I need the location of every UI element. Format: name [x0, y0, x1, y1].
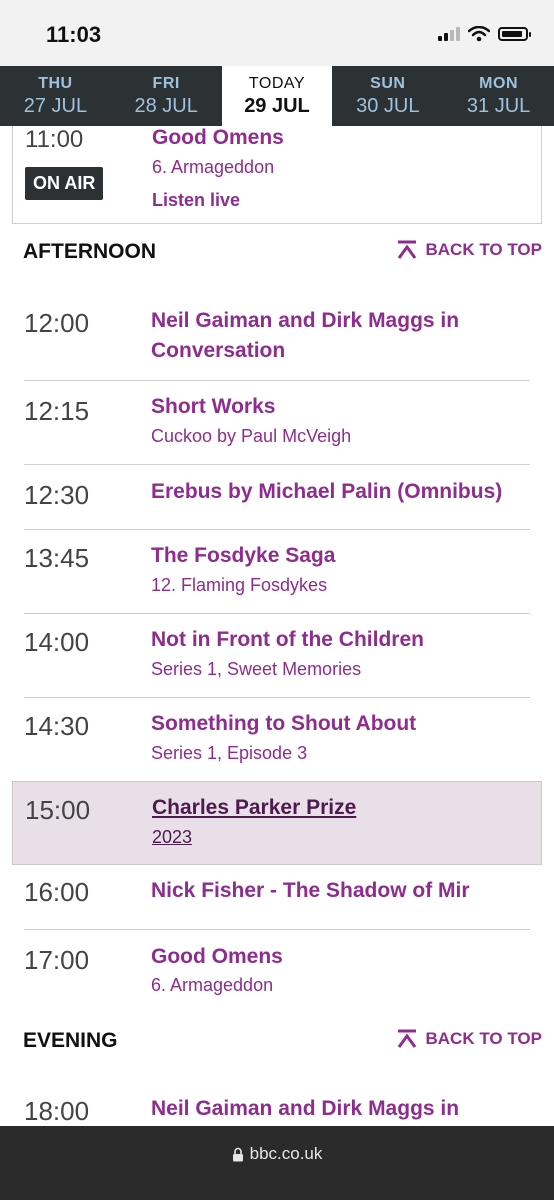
afternoon-section-header: AFTERNOON BACK TO TOP — [0, 232, 554, 272]
url-text: bbc.co.uk — [249, 1144, 323, 1163]
tab-mon[interactable]: MON 31 JUL — [443, 66, 554, 126]
arrow-up-to-top-icon — [397, 240, 416, 259]
tab-day-name: SUN — [370, 75, 406, 92]
status-icons — [438, 26, 531, 42]
battery-icon — [498, 27, 531, 41]
tab-day-name: MON — [479, 75, 518, 92]
cellular-signal-icon — [438, 27, 460, 41]
programme-subtitle: Cuckoo by Paul McVeigh — [151, 426, 352, 446]
programme-title-link[interactable]: Charles Parker Prize — [152, 793, 541, 823]
programme-title-link[interactable]: The Fosdyke Saga — [151, 541, 530, 571]
programme-title-link[interactable]: Something to Shout About — [151, 709, 530, 739]
tab-day-name: TODAY — [248, 75, 306, 92]
programme-row[interactable]: 12:00 Neil Gaiman and Dirk Maggs in Conv… — [12, 296, 530, 381]
programme-row-selected[interactable]: 15:00 Charles Parker Prize 2023 — [12, 781, 542, 865]
on-air-programme: 11:00 ON AIR Good Omens 6. Armageddon Li… — [12, 126, 542, 224]
programme-row[interactable]: 12:30 Erebus by Michael Palin (Omnibus) — [12, 465, 530, 530]
tab-fri[interactable]: FRI 28 JUL — [111, 66, 222, 126]
programme-time: 18:00 — [24, 1096, 90, 1126]
url-display[interactable]: bbc.co.uk — [0, 1144, 554, 1164]
programme-time: 12:30 — [24, 480, 90, 510]
programme-time: 16:00 — [24, 877, 90, 907]
programme-subtitle: Series 1, Episode 3 — [151, 743, 308, 763]
wifi-icon — [468, 26, 490, 42]
browser-url-bar[interactable]: bbc.co.uk — [0, 1126, 554, 1200]
evening-section-header: EVENING BACK TO TOP — [0, 1021, 554, 1061]
programme-row[interactable]: 14:00 Not in Front of the Children Serie… — [12, 614, 530, 698]
programme-subtitle[interactable]: 2023 — [152, 827, 192, 848]
tab-day-name: FRI — [152, 75, 180, 92]
programme-subtitle[interactable]: 6. Armageddon — [152, 157, 274, 178]
back-to-top-link[interactable]: BACK TO TOP — [396, 1029, 543, 1049]
programme-title-link[interactable]: Good Omens — [152, 126, 284, 150]
programme-time: 11:00 — [25, 126, 84, 153]
programme-title-link[interactable]: Neil Gaiman and Dirk Maggs in — [151, 1094, 530, 1124]
tab-day-date: 31 JUL — [466, 95, 531, 117]
section-title: EVENING — [23, 1029, 118, 1052]
programme-title-link[interactable]: Not in Front of the Children — [151, 625, 530, 655]
programme-title-link[interactable]: Nick Fisher - The Shadow of Mir — [151, 876, 530, 906]
tab-day-name: THU — [38, 75, 73, 92]
programme-time: 15:00 — [25, 795, 91, 825]
programme-time: 13:45 — [24, 543, 90, 573]
programme-time: 17:00 — [24, 945, 90, 975]
programme-row[interactable]: 13:45 The Fosdyke Saga 12. Flaming Fosdy… — [12, 530, 530, 614]
section-title: AFTERNOON — [23, 240, 156, 263]
tab-thu[interactable]: THU 27 JUL — [0, 66, 111, 126]
programme-subtitle: 12. Flaming Fosdykes — [151, 575, 328, 595]
programme-row[interactable]: 16:00 Nick Fisher - The Shadow of Mir — [12, 865, 530, 930]
tab-today[interactable]: TODAY 29 JUL — [221, 66, 333, 126]
arrow-up-to-top-icon — [397, 1029, 416, 1048]
programme-row[interactable]: 18:00 Neil Gaiman and Dirk Maggs in — [12, 1084, 530, 1128]
listen-live-link[interactable]: Listen live — [152, 190, 240, 211]
programme-time: 14:00 — [24, 627, 90, 657]
lock-icon — [232, 1147, 243, 1161]
programme-row[interactable]: 17:00 Good Omens 6. Armageddon — [12, 930, 530, 1015]
tab-day-date: 29 JUL — [244, 95, 310, 117]
tab-day-date: 27 JUL — [23, 95, 88, 117]
day-tabs: THU 27 JUL FRI 28 JUL TODAY 29 JUL SUN 3… — [0, 66, 554, 126]
back-to-top-label: BACK TO TOP — [425, 1029, 543, 1048]
programme-title-link[interactable]: Erebus by Michael Palin (Omnibus) — [151, 477, 530, 507]
programme-time: 12:15 — [24, 396, 90, 426]
programme-title-link[interactable]: Neil Gaiman and Dirk Maggs in Conversati… — [151, 306, 530, 366]
on-air-badge: ON AIR — [25, 167, 104, 200]
programme-subtitle: Series 1, Sweet Memories — [151, 659, 362, 679]
programme-row[interactable]: 14:30 Something to Shout About Series 1,… — [12, 698, 530, 780]
programme-row[interactable]: 12:15 Short Works Cuckoo by Paul McVeigh — [12, 381, 530, 465]
programme-time: 14:30 — [24, 711, 90, 741]
status-bar: 11:03 — [0, 0, 554, 66]
programme-title-link[interactable]: Good Omens — [151, 942, 530, 972]
back-to-top-link[interactable]: BACK TO TOP — [396, 240, 543, 260]
tab-day-date: 30 JUL — [356, 95, 420, 117]
status-time: 11:03 — [46, 22, 102, 47]
back-to-top-label: BACK TO TOP — [425, 240, 543, 259]
programme-title-link[interactable]: Short Works — [151, 392, 530, 422]
tab-sun[interactable]: SUN 30 JUL — [332, 66, 443, 126]
tab-day-date: 28 JUL — [134, 95, 198, 117]
programme-subtitle: 6. Armageddon — [151, 975, 274, 995]
programme-time: 12:00 — [24, 308, 90, 338]
